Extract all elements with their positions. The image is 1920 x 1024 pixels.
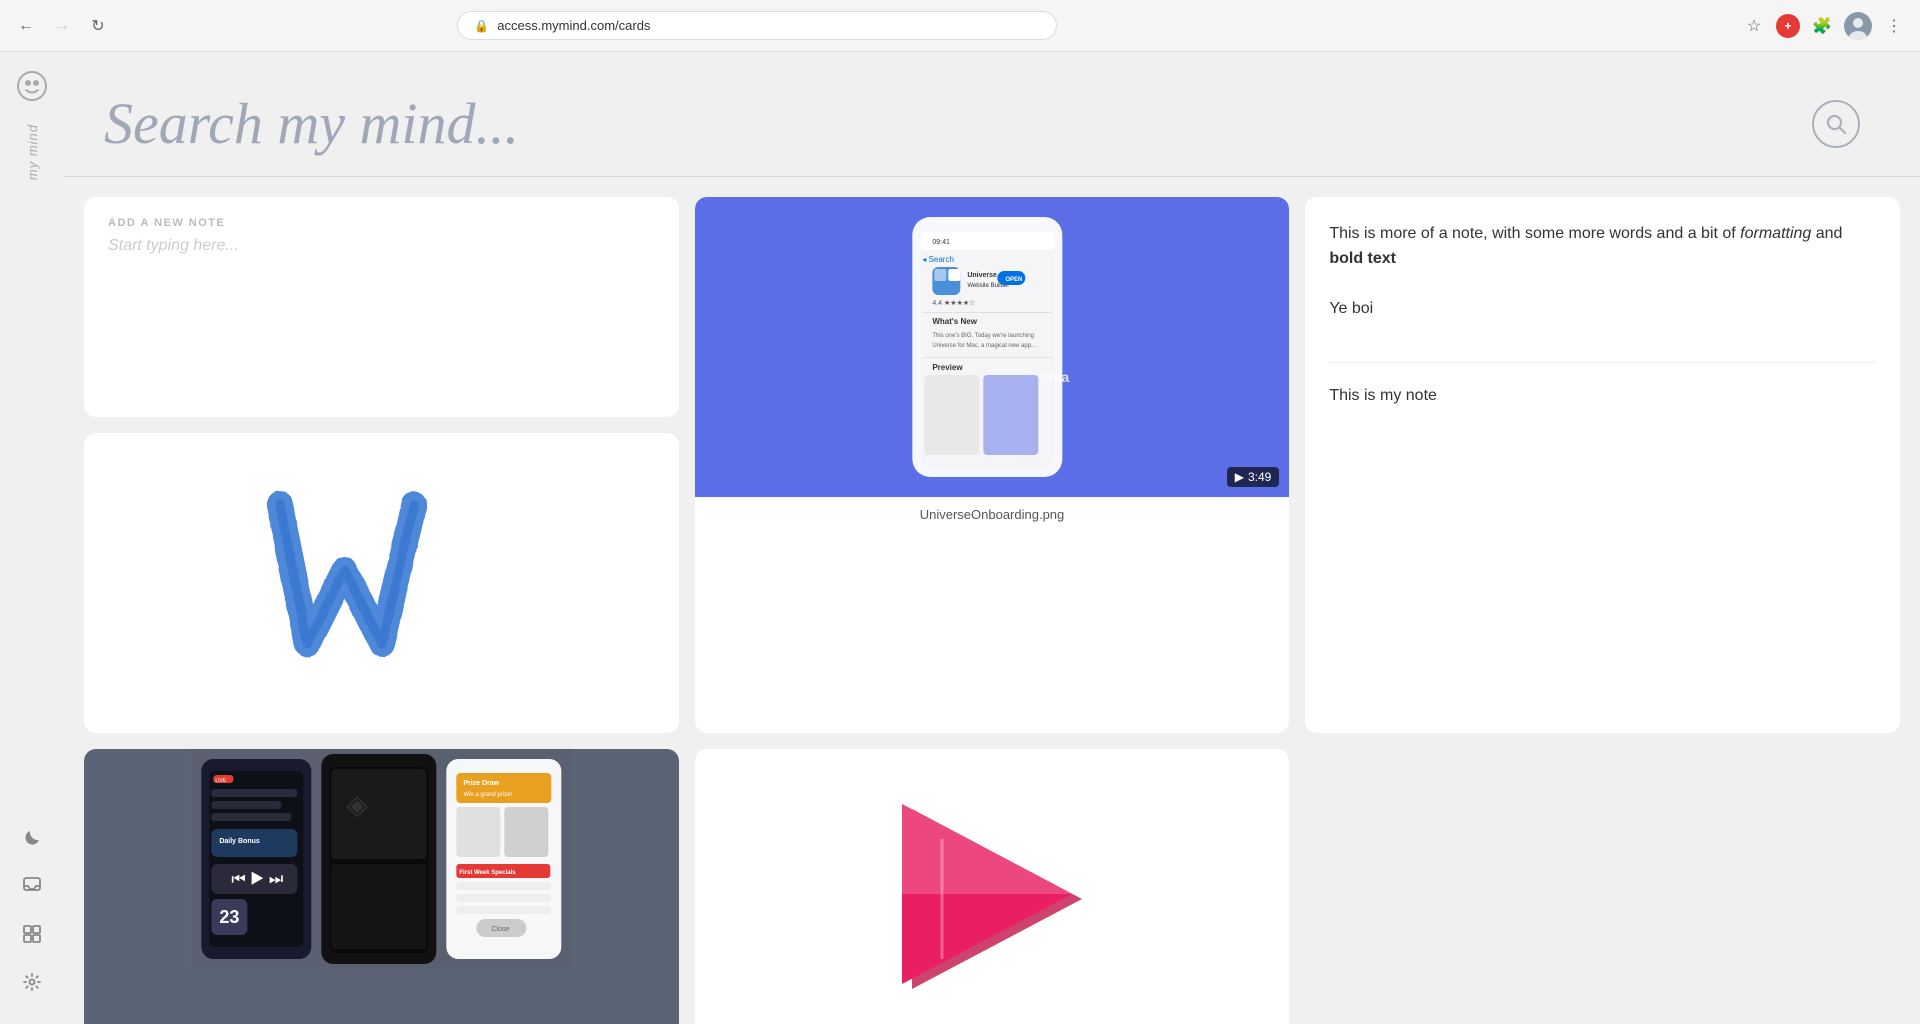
svg-text:First Week Specials: First Week Specials bbox=[459, 870, 516, 876]
video-duration-badge: ▶ 3:49 bbox=[1227, 467, 1280, 487]
svg-text:23: 23 bbox=[219, 907, 239, 927]
main-content: Search my mind... ADD A NEW NOTE Start t… bbox=[64, 52, 1920, 1024]
lock-icon: 🔒 bbox=[474, 19, 489, 33]
menu-button[interactable]: ⋮ bbox=[1880, 12, 1908, 40]
browser-actions: ☆ + 🧩 ⋮ bbox=[1740, 12, 1908, 40]
svg-text:◈: ◈ bbox=[346, 789, 368, 820]
extension-plus-button[interactable]: + bbox=[1776, 14, 1800, 38]
svg-text:Preview: Preview bbox=[932, 363, 963, 372]
svg-text:◂ Search: ◂ Search bbox=[922, 255, 954, 264]
svg-text:Close: Close bbox=[491, 926, 509, 933]
svg-text:Prize Draw: Prize Draw bbox=[463, 780, 499, 787]
dark-mode-button[interactable] bbox=[14, 820, 50, 856]
add-note-card[interactable]: ADD A NEW NOTE Start typing here... bbox=[84, 197, 679, 417]
svg-text:OPEN: OPEN bbox=[1005, 277, 1022, 283]
address-bar[interactable]: 🔒 access.mymind.com/cards bbox=[457, 11, 1057, 40]
svg-text:What's New: What's New bbox=[932, 317, 977, 326]
svg-text:Win a grand prize!: Win a grand prize! bbox=[463, 792, 512, 798]
svg-text:LIVE: LIVE bbox=[215, 778, 227, 784]
app-container: my mind bbox=[0, 52, 1920, 1024]
sidebar-top: my mind bbox=[14, 68, 50, 812]
reload-button[interactable]: ↻ bbox=[84, 12, 112, 40]
long-note-content: This is more of a note, with some more w… bbox=[1329, 221, 1876, 272]
universe-card[interactable]: 09:41 ◂ Search Universe — Website Builde… bbox=[695, 197, 1290, 733]
play-icon: ▶ bbox=[1235, 470, 1244, 484]
svg-text:4.4 ★★★★☆: 4.4 ★★★★☆ bbox=[932, 299, 975, 307]
w-logo-svg bbox=[251, 473, 511, 693]
page-title: Search my mind... bbox=[104, 92, 519, 156]
sidebar-label: my mind bbox=[25, 124, 40, 180]
add-note-placeholder: Start typing here... bbox=[108, 237, 655, 255]
settings-button[interactable] bbox=[14, 964, 50, 1000]
svg-text:⏮ ▶ ⏭: ⏮ ▶ ⏭ bbox=[231, 871, 283, 888]
grid-view-button[interactable] bbox=[14, 916, 50, 952]
extensions-button[interactable]: 🧩 bbox=[1808, 12, 1836, 40]
long-note-card[interactable]: This is more of a note, with some more w… bbox=[1305, 197, 1900, 733]
profile-avatar[interactable] bbox=[1844, 12, 1872, 40]
svg-text:This one's BIG. Today we're la: This one's BIG. Today we're launching bbox=[932, 333, 1034, 339]
sidebar-bottom bbox=[14, 820, 50, 1008]
screenshots-card[interactable]: LIVE Daily Bonus ⏮ ▶ ⏭ 23 bbox=[84, 749, 679, 1024]
play-button-svg bbox=[882, 789, 1102, 1009]
search-button[interactable] bbox=[1812, 100, 1860, 148]
play-button-card[interactable] bbox=[695, 749, 1290, 1024]
svg-text:Universe for Mac, a magical ne: Universe for Mac, a magical new app... bbox=[932, 343, 1036, 349]
screenshots-svg: LIVE Daily Bonus ⏮ ▶ ⏭ 23 bbox=[84, 749, 679, 969]
bookmark-button[interactable]: ☆ bbox=[1740, 12, 1768, 40]
w-logo-card[interactable] bbox=[84, 433, 679, 733]
add-note-label: ADD A NEW NOTE bbox=[108, 217, 655, 229]
back-button[interactable]: ← bbox=[12, 12, 40, 40]
sidebar: my mind bbox=[0, 52, 64, 1024]
svg-text:crea: crea bbox=[1040, 369, 1069, 385]
cards-grid: ADD A NEW NOTE Start typing here... bbox=[64, 177, 1920, 1024]
svg-text:Daily Bonus: Daily Bonus bbox=[219, 838, 260, 845]
browser-chrome: ← → ↻ 🔒 access.mymind.com/cards ☆ + 🧩 ⋮ bbox=[0, 0, 1920, 52]
svg-text:09:41: 09:41 bbox=[932, 239, 950, 246]
ye-boi-note: Ye boi bbox=[1329, 296, 1876, 322]
universe-filename: UniverseOnboarding.png bbox=[695, 497, 1290, 532]
sidebar-logo bbox=[14, 68, 50, 104]
universe-image: 09:41 ◂ Search Universe — Website Builde… bbox=[695, 197, 1290, 497]
short-note-content: This is my note bbox=[1329, 362, 1876, 409]
inbox-button[interactable] bbox=[14, 868, 50, 904]
url-text: access.mymind.com/cards bbox=[497, 18, 650, 33]
header: Search my mind... bbox=[64, 52, 1920, 176]
forward-button[interactable]: → bbox=[48, 12, 76, 40]
